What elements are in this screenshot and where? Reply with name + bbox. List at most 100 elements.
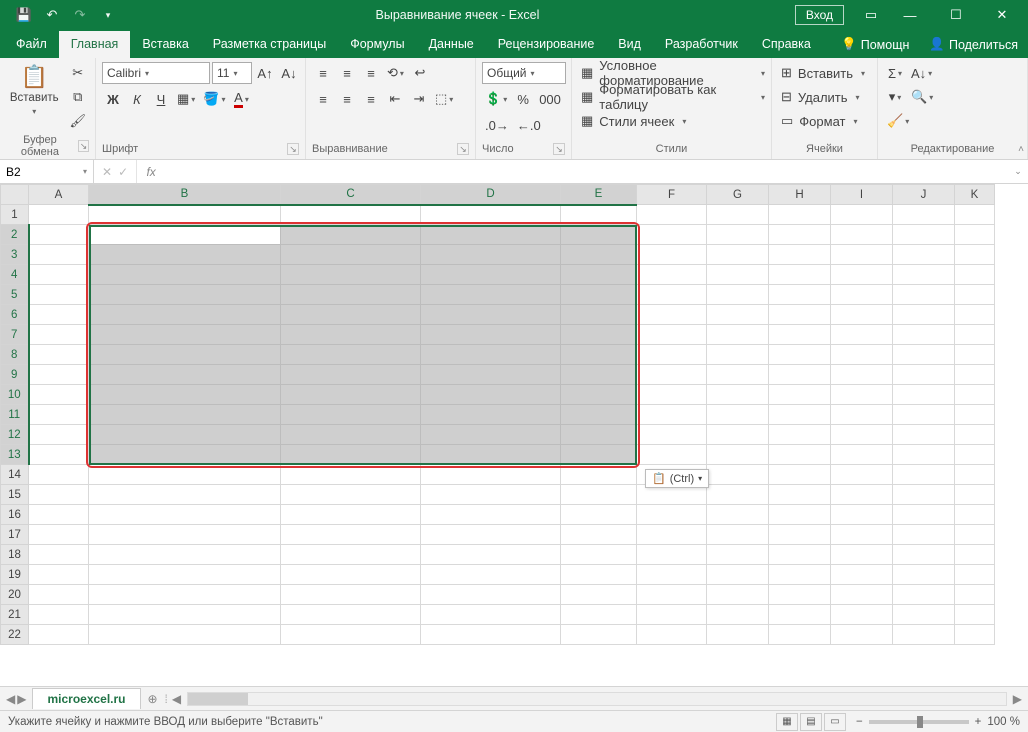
cell[interactable] bbox=[637, 365, 707, 385]
cell[interactable] bbox=[769, 425, 831, 445]
row-header[interactable]: 14 bbox=[1, 465, 29, 485]
cell[interactable] bbox=[831, 465, 893, 485]
cell[interactable] bbox=[893, 465, 955, 485]
cell[interactable] bbox=[421, 265, 561, 285]
align-top-icon[interactable]: ≡ bbox=[312, 62, 334, 84]
cell-styles-button[interactable]: ▦Стили ячеек bbox=[578, 110, 768, 132]
clear-icon[interactable]: 🧹 bbox=[884, 110, 912, 132]
column-header[interactable]: H bbox=[769, 185, 831, 205]
row-header[interactable]: 20 bbox=[1, 585, 29, 605]
cell[interactable] bbox=[281, 265, 421, 285]
cell[interactable] bbox=[421, 245, 561, 265]
cell[interactable] bbox=[955, 365, 995, 385]
cell[interactable] bbox=[281, 485, 421, 505]
bold-icon[interactable]: Ж bbox=[102, 88, 124, 110]
cell[interactable] bbox=[561, 205, 637, 225]
cell[interactable] bbox=[707, 265, 769, 285]
cell[interactable] bbox=[637, 305, 707, 325]
cell[interactable] bbox=[561, 405, 637, 425]
tab-home[interactable]: Главная bbox=[59, 31, 131, 58]
cell[interactable] bbox=[893, 445, 955, 465]
cell[interactable] bbox=[893, 305, 955, 325]
cell[interactable] bbox=[421, 285, 561, 305]
cell[interactable] bbox=[707, 505, 769, 525]
cell[interactable] bbox=[561, 245, 637, 265]
cell[interactable] bbox=[769, 225, 831, 245]
dialog-launcher-icon[interactable]: ↘ bbox=[78, 140, 89, 152]
underline-icon[interactable]: Ч bbox=[150, 88, 172, 110]
scroll-left-icon[interactable]: ◀ bbox=[172, 692, 181, 706]
tab-file[interactable]: Файл bbox=[4, 31, 59, 58]
cell[interactable] bbox=[955, 405, 995, 425]
cell[interactable] bbox=[769, 525, 831, 545]
undo-icon[interactable]: ↶ bbox=[40, 3, 64, 27]
column-header[interactable]: A bbox=[29, 185, 89, 205]
cell[interactable] bbox=[831, 385, 893, 405]
cell[interactable] bbox=[955, 485, 995, 505]
cell[interactable] bbox=[707, 385, 769, 405]
dialog-launcher-icon[interactable]: ↘ bbox=[553, 143, 565, 155]
column-header[interactable]: E bbox=[561, 185, 637, 205]
cell[interactable] bbox=[29, 525, 89, 545]
cell[interactable] bbox=[831, 585, 893, 605]
cell[interactable] bbox=[893, 585, 955, 605]
cell[interactable] bbox=[707, 245, 769, 265]
paste-options-button[interactable]: 📋 (Ctrl) ▾ bbox=[645, 469, 709, 488]
cell[interactable] bbox=[637, 525, 707, 545]
cell[interactable] bbox=[561, 585, 637, 605]
formula-input[interactable] bbox=[165, 165, 1008, 179]
row-header[interactable]: 9 bbox=[1, 365, 29, 385]
row-header[interactable]: 1 bbox=[1, 205, 29, 225]
cell[interactable] bbox=[637, 545, 707, 565]
cell[interactable] bbox=[707, 225, 769, 245]
conditional-formatting-button[interactable]: ▦Условное форматирование bbox=[578, 62, 768, 84]
cell[interactable] bbox=[29, 425, 89, 445]
cell[interactable] bbox=[281, 405, 421, 425]
row-header[interactable]: 3 bbox=[1, 245, 29, 265]
cell[interactable] bbox=[561, 325, 637, 345]
accounting-icon[interactable]: 💲 bbox=[482, 88, 510, 110]
cell[interactable] bbox=[707, 305, 769, 325]
cell[interactable] bbox=[637, 225, 707, 245]
maximize-icon[interactable]: ☐ bbox=[934, 0, 978, 30]
copy-icon[interactable]: ⧉ bbox=[66, 86, 89, 108]
increase-font-icon[interactable]: A↑ bbox=[254, 62, 276, 84]
row-header[interactable]: 2 bbox=[1, 225, 29, 245]
cell[interactable] bbox=[281, 205, 421, 225]
cell[interactable] bbox=[769, 305, 831, 325]
cell[interactable] bbox=[955, 325, 995, 345]
cell[interactable] bbox=[561, 505, 637, 525]
cell[interactable] bbox=[769, 345, 831, 365]
cell[interactable] bbox=[561, 265, 637, 285]
cell[interactable] bbox=[281, 245, 421, 265]
cell[interactable] bbox=[893, 245, 955, 265]
cell[interactable] bbox=[281, 585, 421, 605]
cell[interactable] bbox=[707, 625, 769, 645]
cell[interactable] bbox=[831, 625, 893, 645]
cell[interactable] bbox=[561, 465, 637, 485]
cell[interactable] bbox=[769, 325, 831, 345]
cell[interactable] bbox=[281, 225, 421, 245]
tab-help[interactable]: Справка bbox=[750, 31, 823, 58]
cell[interactable] bbox=[707, 525, 769, 545]
cell[interactable] bbox=[707, 605, 769, 625]
column-header[interactable]: C bbox=[281, 185, 421, 205]
cell[interactable] bbox=[769, 565, 831, 585]
cell[interactable] bbox=[29, 625, 89, 645]
cell[interactable] bbox=[955, 545, 995, 565]
cell[interactable] bbox=[955, 465, 995, 485]
font-size-combo[interactable]: 11▾ bbox=[212, 62, 252, 84]
cell[interactable] bbox=[769, 385, 831, 405]
cell[interactable] bbox=[769, 585, 831, 605]
cell[interactable] bbox=[637, 205, 707, 225]
tab-developer[interactable]: Разработчик bbox=[653, 31, 750, 58]
cell[interactable] bbox=[637, 405, 707, 425]
cell[interactable] bbox=[637, 385, 707, 405]
cell[interactable] bbox=[707, 425, 769, 445]
font-name-combo[interactable]: Calibri▾ bbox=[102, 62, 210, 84]
cell[interactable] bbox=[831, 505, 893, 525]
row-header[interactable]: 12 bbox=[1, 425, 29, 445]
cell[interactable] bbox=[707, 445, 769, 465]
cell[interactable] bbox=[955, 205, 995, 225]
cell[interactable] bbox=[893, 605, 955, 625]
